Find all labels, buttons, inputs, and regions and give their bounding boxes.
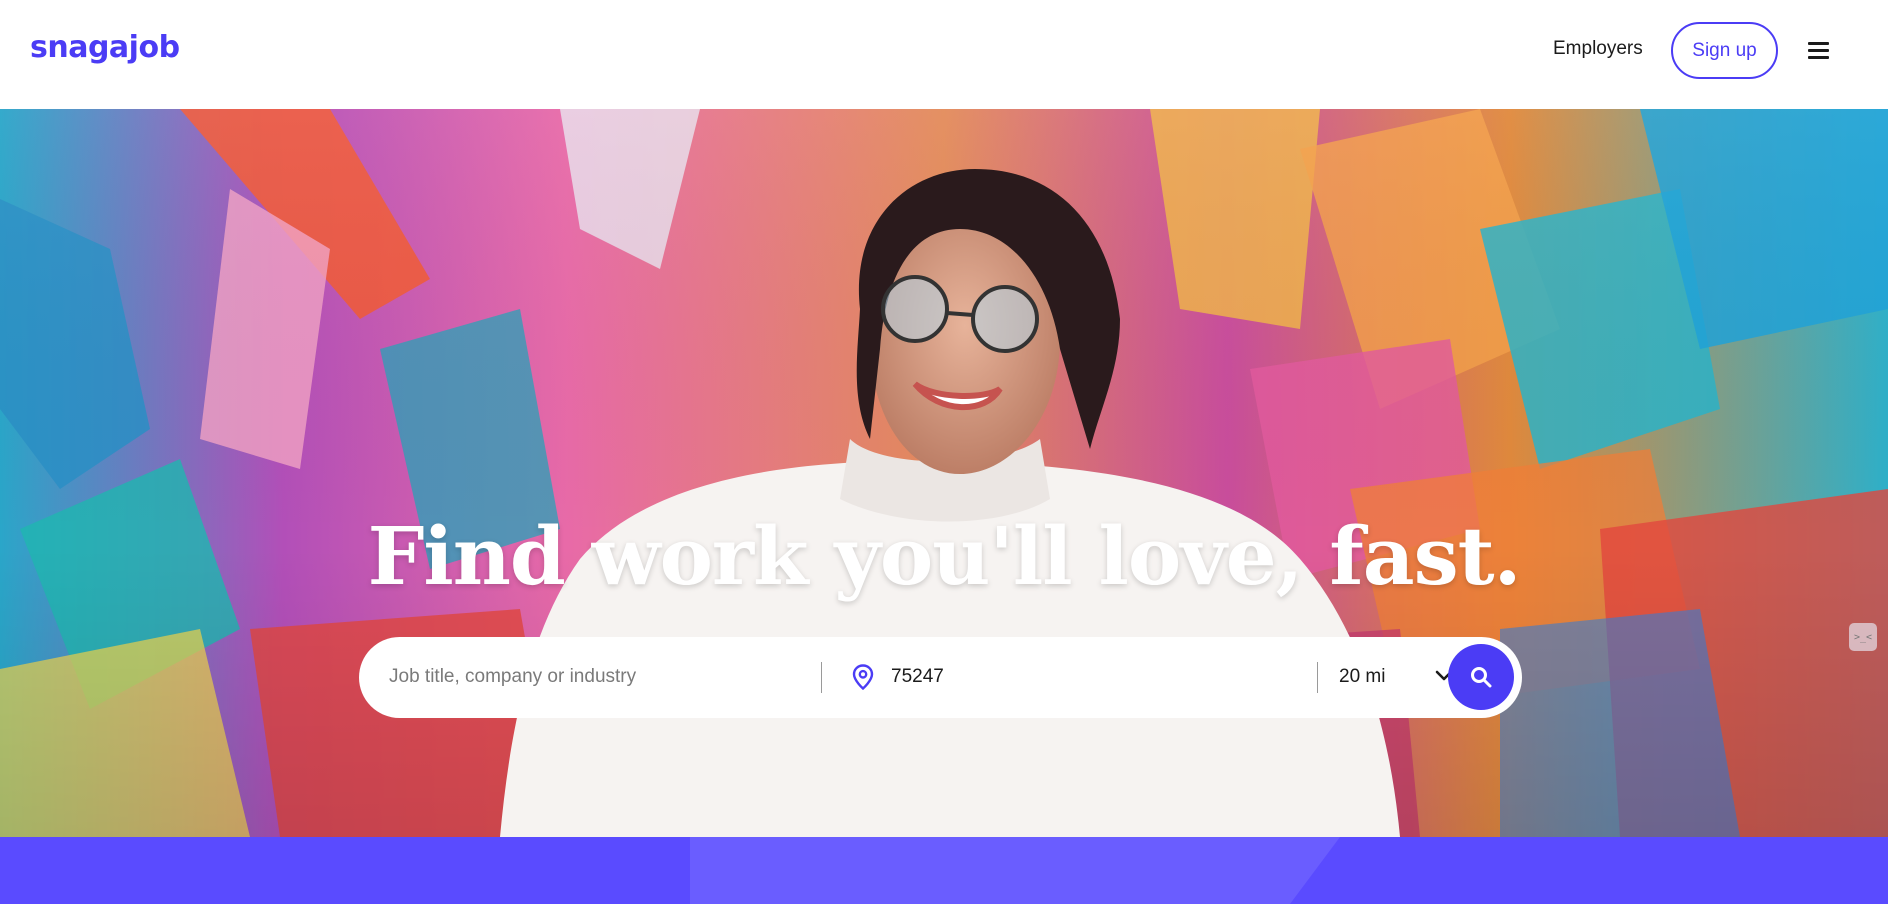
snagajob-logo[interactable]: snagajob	[30, 30, 180, 65]
radius-value: 20 mi	[1339, 666, 1386, 687]
map-pin-icon	[852, 664, 874, 690]
search-icon	[1471, 667, 1492, 688]
devtools-badge[interactable]: >_<	[1849, 623, 1877, 651]
site-header: snagajob Employers Sign up	[0, 0, 1888, 109]
job-search-bar: 20 mi	[359, 637, 1522, 718]
job-title-input[interactable]	[389, 654, 809, 700]
location-input[interactable]	[891, 654, 1291, 700]
search-divider	[821, 662, 822, 693]
search-button[interactable]	[1448, 644, 1514, 710]
hero-section: Find work you'll love, fast. 20 mi >_<	[0, 109, 1888, 837]
band-graphic	[690, 837, 1340, 904]
hero-background-image	[0, 109, 1888, 837]
purple-footer-band	[0, 837, 1888, 904]
hero-heading: Find work you'll love, fast.	[367, 509, 1522, 603]
employers-link[interactable]: Employers	[1553, 38, 1643, 60]
signup-button[interactable]: Sign up	[1671, 22, 1778, 79]
search-divider	[1317, 662, 1318, 693]
radius-select[interactable]: 20 mi	[1339, 654, 1453, 700]
hamburger-menu-icon[interactable]	[1808, 38, 1830, 62]
